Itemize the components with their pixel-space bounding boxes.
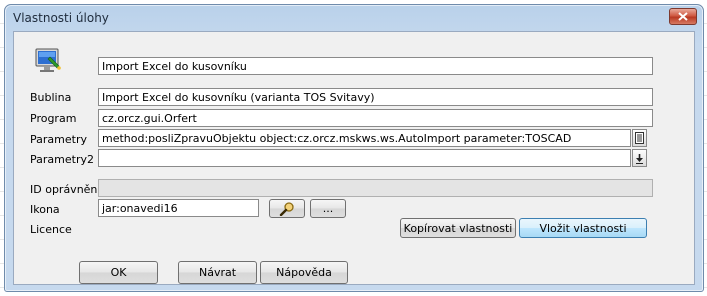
- parametry2-label: Parametry2: [30, 153, 94, 166]
- parametry2-field[interactable]: [98, 149, 631, 167]
- paste-properties-button[interactable]: Vložit vlastnosti: [519, 218, 647, 238]
- parametry-label: Parametry: [30, 133, 87, 146]
- ikona-label: Ikona: [30, 203, 60, 216]
- parametry-field[interactable]: method:posliZpravuObjektu object:cz.orcz…: [98, 129, 631, 147]
- parametry-editor-button[interactable]: [632, 129, 647, 147]
- browse-icon-button[interactable]: [269, 199, 305, 218]
- id-opravneni-field: [98, 179, 653, 197]
- arrow-down-icon: [636, 153, 643, 164]
- licence-label: Licence: [30, 223, 72, 236]
- title-bar[interactable]: Vlastnosti úlohy: [5, 5, 703, 31]
- bublina-field[interactable]: Import Excel do kusovníku (varianta TOS …: [98, 88, 653, 106]
- magnifier-icon: [279, 201, 294, 216]
- close-icon: [678, 12, 688, 21]
- program-field[interactable]: cz.orcz.gui.Orfert: [98, 109, 653, 127]
- ok-button[interactable]: OK: [79, 261, 158, 284]
- dialog-window: Vlastnosti úlohy Import Excel do kusovní…: [4, 4, 704, 292]
- parametry2-dropdown-button[interactable]: [632, 149, 647, 167]
- bublina-label: Bublina: [30, 91, 72, 104]
- monitor-icon: [33, 47, 63, 75]
- help-button[interactable]: Nápověda: [260, 261, 348, 284]
- copy-properties-button[interactable]: Kopírovat vlastnosti: [400, 218, 516, 238]
- window-title: Vlastnosti úlohy: [13, 11, 109, 25]
- list-editor-icon: [635, 132, 644, 144]
- id-opravneni-label: ID oprávnění: [30, 183, 101, 196]
- task-name-field[interactable]: Import Excel do kusovníku: [98, 57, 653, 75]
- dialog-content: Import Excel do kusovníku Bublina Import…: [13, 31, 695, 285]
- program-label: Program: [30, 112, 77, 125]
- close-button[interactable]: [669, 8, 697, 25]
- ikona-field[interactable]: jar:onavedi16: [98, 199, 259, 217]
- back-button[interactable]: Návrat: [178, 261, 257, 284]
- ellipsis-button[interactable]: ...: [310, 199, 346, 218]
